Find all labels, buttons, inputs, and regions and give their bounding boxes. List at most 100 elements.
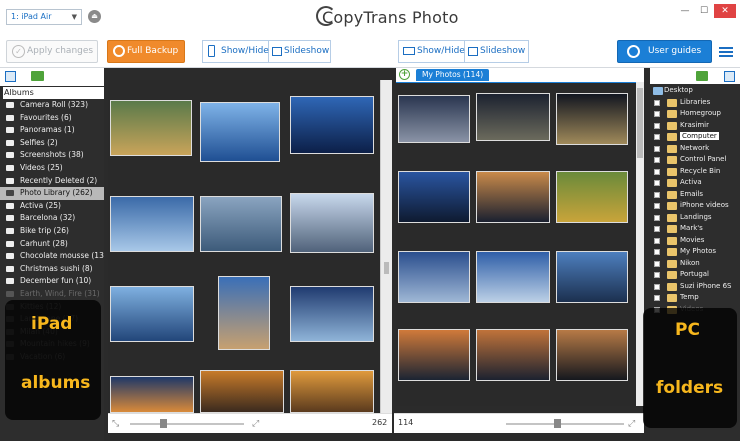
ipad-photo-thumbnail[interactable] xyxy=(290,96,374,154)
folder-item[interactable]: Control Panel xyxy=(650,154,740,166)
folder-item[interactable]: Landings xyxy=(650,212,740,224)
folder-item[interactable]: Homegroup xyxy=(650,108,740,120)
album-item[interactable]: Videos (25) xyxy=(0,162,104,175)
zoom-out-icon[interactable]: ⤡ xyxy=(112,419,119,429)
pc-photo-thumbnail[interactable] xyxy=(556,171,628,223)
zoom-in-icon[interactable]: ⤢ xyxy=(628,419,635,429)
folder-item[interactable]: Mark's xyxy=(650,223,740,235)
folder-item[interactable]: Desktop xyxy=(650,85,740,97)
close-button[interactable]: ✕ xyxy=(714,4,736,18)
album-item[interactable]: Earth, Wind, Fire (31) xyxy=(0,288,104,301)
folder-checkbox[interactable] xyxy=(654,260,660,267)
folder-checkbox[interactable] xyxy=(654,134,660,140)
pc-scroll-thumb[interactable] xyxy=(637,88,643,158)
folder-item[interactable]: Temp xyxy=(650,292,740,304)
folder-checkbox[interactable] xyxy=(654,237,660,244)
ipad-photo-thumbnail[interactable] xyxy=(290,370,374,413)
ipad-zoom-slider[interactable] xyxy=(160,419,167,428)
zoom-in-icon[interactable]: ⤢ xyxy=(252,419,259,429)
album-item[interactable]: Photo Library (262) xyxy=(0,187,104,200)
folder-item[interactable]: Portugal xyxy=(650,269,740,281)
album-item[interactable]: Activa (25) xyxy=(0,200,104,213)
pc-photo-thumbnail[interactable] xyxy=(476,93,550,141)
pc-photo-thumbnail[interactable] xyxy=(476,251,550,303)
folder-checkbox[interactable] xyxy=(654,272,660,278)
pc-zoom-slider[interactable] xyxy=(554,419,561,428)
folder-checkbox[interactable] xyxy=(654,249,660,255)
ipad-photo-thumbnail[interactable] xyxy=(290,193,374,253)
add-folder-icon[interactable]: + xyxy=(399,69,410,80)
ipad-photo-thumbnail[interactable] xyxy=(218,276,270,350)
ipad-photo-thumbnail[interactable] xyxy=(200,102,280,162)
ipad-zoom-track[interactable] xyxy=(130,423,244,425)
album-item[interactable]: Screenshots (38) xyxy=(0,149,104,162)
device-selector[interactable]: 1: iPad Air ▼ xyxy=(6,9,82,25)
new-album-icon[interactable] xyxy=(31,71,44,81)
pc-zoom-track[interactable] xyxy=(506,423,624,425)
album-item[interactable]: Bike trip (26) xyxy=(0,225,104,238)
folder-item[interactable]: Krasimir xyxy=(650,120,740,132)
folder-checkbox[interactable] xyxy=(654,295,660,301)
folder-item[interactable]: My Photos xyxy=(650,246,740,258)
pc-photo-thumbnail[interactable] xyxy=(398,251,470,303)
album-item[interactable]: Camera Roll (323) xyxy=(0,99,104,112)
folder-checkbox[interactable] xyxy=(654,145,660,152)
ipad-scrollbar[interactable] xyxy=(380,80,392,413)
album-item[interactable]: Panoramas (1) xyxy=(0,124,104,137)
album-item[interactable]: Selfies (2) xyxy=(0,137,104,150)
folder-checkbox[interactable] xyxy=(654,283,660,290)
folder-checkbox[interactable] xyxy=(654,122,660,129)
folder-item[interactable]: Network xyxy=(650,143,740,155)
collapse-panel-icon[interactable] xyxy=(5,71,16,82)
hamburger-menu-icon[interactable] xyxy=(719,47,733,57)
album-item[interactable]: Recently Deleted (2) xyxy=(0,175,104,188)
folder-checkbox[interactable] xyxy=(654,168,660,175)
pc-photo-thumbnail[interactable] xyxy=(398,329,470,381)
pc-show-hide-button[interactable]: Show/Hide xyxy=(399,41,465,62)
folder-checkbox[interactable] xyxy=(654,111,660,117)
folder-item[interactable]: Computer xyxy=(650,131,740,143)
pc-photo-thumbnail[interactable] xyxy=(398,171,470,223)
minimize-button[interactable]: — xyxy=(678,4,692,18)
folder-item[interactable]: Activa xyxy=(650,177,740,189)
ipad-photo-thumbnail[interactable] xyxy=(110,286,194,342)
ipad-photo-thumbnail[interactable] xyxy=(200,196,282,252)
album-item[interactable]: December fun (10) xyxy=(0,275,104,288)
album-item[interactable]: Barcelona (32) xyxy=(0,212,104,225)
eject-icon[interactable]: ⏏ xyxy=(88,10,101,23)
ipad-photo-thumbnail[interactable] xyxy=(110,376,194,413)
ipad-show-hide-button[interactable]: Show/Hide xyxy=(203,41,269,62)
pc-photo-thumbnail[interactable] xyxy=(476,329,550,381)
ipad-photo-thumbnail[interactable] xyxy=(110,100,192,156)
folder-checkbox[interactable] xyxy=(654,191,660,198)
album-item[interactable]: Christmas sushi (8) xyxy=(0,263,104,276)
pc-photo-thumbnail[interactable] xyxy=(398,95,470,143)
folder-item[interactable]: Nikon xyxy=(650,258,740,270)
apply-changes-button[interactable]: ✓ Apply changes xyxy=(6,40,98,63)
tab-my-photos[interactable]: My Photos (114) xyxy=(416,69,490,81)
album-item[interactable]: Favourites (6) xyxy=(0,112,104,125)
folder-checkbox[interactable] xyxy=(654,214,660,221)
ipad-photo-thumbnail[interactable] xyxy=(110,196,194,252)
pc-slideshow-button[interactable]: Slideshow xyxy=(465,41,525,62)
folder-checkbox[interactable] xyxy=(654,99,660,106)
folder-item[interactable]: iPhone videos xyxy=(650,200,740,212)
pc-photo-thumbnail[interactable] xyxy=(476,171,550,223)
full-backup-button[interactable]: Full Backup xyxy=(107,40,185,63)
folder-item[interactable]: Recycle Bin xyxy=(650,166,740,178)
user-guides-button[interactable]: User guides xyxy=(617,40,712,63)
folder-item[interactable]: Libraries xyxy=(650,97,740,109)
collapse-panel-icon[interactable] xyxy=(724,71,735,82)
folder-item[interactable]: Emails xyxy=(650,189,740,201)
pc-photo-thumbnail[interactable] xyxy=(556,251,628,303)
maximize-button[interactable]: ☐ xyxy=(697,4,711,18)
album-item[interactable]: Chocolate mousse (13) xyxy=(0,250,104,263)
ipad-photo-thumbnail[interactable] xyxy=(200,370,284,413)
folder-checkbox[interactable] xyxy=(654,203,660,209)
folder-checkbox[interactable] xyxy=(654,226,660,232)
pc-photo-thumbnail[interactable] xyxy=(556,329,628,381)
ipad-scroll-thumb[interactable] xyxy=(384,262,389,274)
ipad-slideshow-button[interactable]: Slideshow xyxy=(269,41,329,62)
folder-item[interactable]: Suzi iPhone 6S xyxy=(650,281,740,293)
folder-item[interactable]: Movies xyxy=(650,235,740,247)
